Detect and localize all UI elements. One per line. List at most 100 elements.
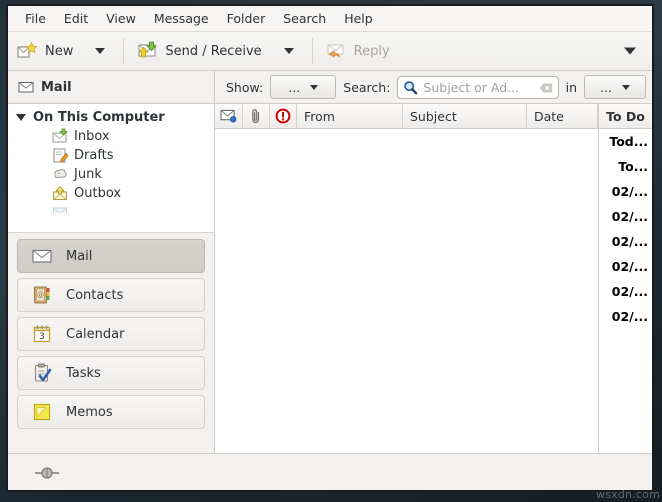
show-label: Show:	[226, 79, 264, 95]
folder-label-junk: Junk	[74, 167, 102, 182]
toolbar-separator-2	[311, 38, 313, 64]
search-scope-dropdown[interactable]: ...	[584, 75, 646, 99]
attachment-icon	[249, 108, 263, 124]
menu-message[interactable]: Message	[145, 9, 218, 28]
todo-item[interactable]: 02/...	[599, 304, 652, 329]
message-list-pane: From Subject Date	[215, 104, 599, 453]
show-filter-value: ...	[288, 79, 301, 95]
menu-file[interactable]: File	[16, 9, 55, 28]
switcher-item-calendar[interactable]: 3 Calendar	[17, 317, 205, 351]
in-label: in	[565, 79, 577, 95]
reply-icon	[325, 40, 347, 62]
new-button-label: New	[45, 43, 74, 59]
svg-text:3: 3	[39, 332, 44, 342]
column-subject[interactable]: Subject	[403, 104, 527, 128]
resize-grip-icon[interactable]	[34, 465, 60, 479]
search-label: Search:	[343, 79, 391, 95]
sidebar: On This Computer Inbox Drafts Junk Outbo…	[8, 104, 215, 453]
column-attachment[interactable]	[243, 104, 270, 128]
view-switcher: Mail @ Contacts 3 Calendar Tasks Memos	[8, 232, 214, 453]
folder-item-outbox[interactable]: Outbox	[8, 184, 214, 203]
status-bar	[8, 453, 652, 490]
message-list-header: From Subject Date	[215, 104, 598, 129]
calendar-icon: 3	[31, 323, 53, 345]
svg-text:@: @	[37, 291, 44, 299]
switcher-label-calendar: Calendar	[66, 326, 125, 342]
importance-icon	[275, 108, 291, 124]
search-bar: Mail Show: ... Search: Subject or Ad...	[8, 71, 652, 104]
switcher-item-contacts[interactable]: @ Contacts	[17, 278, 205, 312]
new-dropdown-arrow[interactable]	[95, 48, 106, 54]
sent-icon	[52, 204, 69, 213]
junk-icon	[52, 166, 69, 183]
new-message-icon	[16, 40, 38, 62]
column-read-status[interactable]	[215, 104, 243, 128]
search-input[interactable]: Subject or Ad...	[397, 75, 559, 99]
folder-item-junk[interactable]: Junk	[8, 165, 214, 184]
inbox-icon	[52, 128, 69, 145]
send-receive-dropdown-arrow[interactable]	[283, 48, 294, 54]
application-window: File Edit View Message Folder Search Hel…	[6, 4, 654, 492]
expander-triangle-icon[interactable]	[16, 114, 26, 121]
contacts-icon: @	[31, 284, 53, 306]
todo-item[interactable]: 02/...	[599, 279, 652, 304]
menu-folder[interactable]: Folder	[218, 9, 275, 28]
menu-bar: File Edit View Message Folder Search Hel…	[8, 6, 652, 32]
reply-button[interactable]: Reply	[317, 36, 398, 66]
outbox-icon	[52, 185, 69, 202]
menu-edit[interactable]: Edit	[55, 9, 97, 28]
switcher-item-tasks[interactable]: Tasks	[17, 356, 205, 390]
todo-item[interactable]: Tod...	[599, 129, 652, 154]
column-date[interactable]: Date	[527, 104, 598, 128]
switcher-item-mail[interactable]: Mail	[17, 239, 205, 273]
send-receive-label: Send / Receive	[165, 43, 262, 59]
show-filter-dropdown[interactable]: ...	[270, 75, 337, 99]
current-folder-label: Mail	[8, 71, 215, 103]
switcher-label-contacts: Contacts	[66, 287, 124, 303]
memos-icon	[31, 401, 53, 423]
column-importance[interactable]	[270, 104, 297, 128]
todo-item[interactable]: To...	[599, 154, 652, 179]
todo-item[interactable]: 02/...	[599, 179, 652, 204]
main-toolbar: New Send / Receive Reply	[8, 32, 652, 71]
read-status-icon	[220, 109, 237, 123]
message-list-body[interactable]	[215, 129, 598, 453]
send-receive-button[interactable]: Send / Receive	[128, 36, 269, 66]
drafts-icon	[52, 147, 69, 164]
magnifier-icon	[403, 80, 418, 95]
folder-tree: On This Computer Inbox Drafts Junk Outbo…	[8, 104, 214, 232]
column-from[interactable]: From	[297, 104, 403, 128]
toolbar-overflow-arrow[interactable]	[624, 47, 636, 55]
switcher-item-memos[interactable]: Memos	[17, 395, 205, 429]
switcher-label-tasks: Tasks	[66, 365, 101, 381]
todo-item[interactable]: 02/...	[599, 229, 652, 254]
new-button[interactable]: New	[8, 36, 81, 66]
menu-view[interactable]: View	[97, 9, 145, 28]
mail-icon	[31, 245, 53, 267]
envelope-icon	[18, 79, 34, 95]
folder-item-partially-visible[interactable]	[8, 203, 214, 214]
tasks-icon	[31, 362, 53, 384]
toolbar-separator-1	[123, 38, 125, 64]
search-controls: Show: ... Search: Subject or Ad... in ..…	[215, 71, 652, 103]
folder-label-outbox: Outbox	[74, 186, 122, 201]
menu-help[interactable]: Help	[335, 9, 382, 28]
folder-label-drafts: Drafts	[74, 148, 114, 163]
folder-item-inbox[interactable]: Inbox	[8, 127, 214, 146]
todo-item[interactable]: 02/...	[599, 254, 652, 279]
clear-icon[interactable]	[539, 80, 553, 94]
search-scope-value: ...	[600, 79, 612, 95]
switcher-label-mail: Mail	[66, 248, 93, 264]
menu-search[interactable]: Search	[274, 9, 335, 28]
search-placeholder-text: Subject or Ad...	[423, 79, 520, 95]
chevron-down-icon	[621, 84, 630, 90]
todo-item[interactable]: 02/...	[599, 204, 652, 229]
folder-item-drafts[interactable]: Drafts	[8, 146, 214, 165]
watermark: wsxdn.com	[596, 488, 660, 501]
chevron-down-icon	[310, 84, 319, 90]
folder-name-text: Mail	[41, 79, 72, 95]
tree-root-label: On This Computer	[33, 110, 165, 125]
tree-root-on-this-computer[interactable]: On This Computer	[8, 108, 214, 127]
todo-pane-header: To Do	[599, 104, 652, 129]
reply-button-label: Reply	[353, 43, 390, 59]
